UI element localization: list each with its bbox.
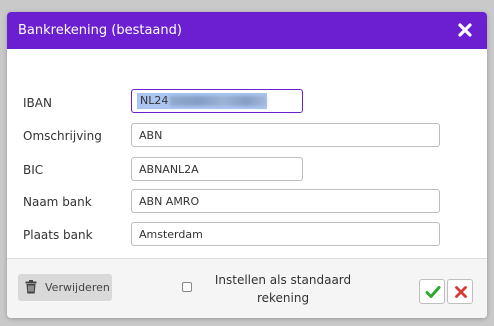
bic-label: BIC [23, 163, 44, 177]
bic-field[interactable] [131, 157, 303, 181]
cancel-button[interactable] [447, 279, 473, 304]
close-icon[interactable] [457, 22, 473, 38]
plaats-bank-field[interactable] [131, 222, 440, 246]
iban-label: IBAN [23, 96, 52, 110]
check-icon [425, 286, 441, 298]
trash-icon [25, 280, 37, 297]
close-icon [455, 286, 467, 298]
naam-bank-label: Naam bank [23, 195, 92, 209]
dialog-titlebar: Bankrekening (bestaand) [7, 12, 487, 49]
dialog-title: Bankrekening (bestaand) [18, 23, 182, 38]
plaats-bank-label: Plaats bank [23, 228, 93, 242]
omschrijving-label: Omschrijving [23, 129, 102, 143]
default-account-label-line1: Instellen als standaard [214, 273, 352, 287]
default-account-checkbox[interactable] [182, 282, 192, 292]
bank-account-dialog: Bankrekening (bestaand) IBAN NL24 Omschr… [7, 12, 487, 318]
iban-value: NL24 [140, 94, 169, 107]
default-account-label-line2: rekening [256, 291, 310, 305]
delete-button[interactable]: Verwijderen [18, 274, 112, 301]
default-account-label: Instellen als standaard rekening [210, 271, 356, 307]
omschrijving-field[interactable] [131, 123, 440, 147]
iban-field[interactable]: NL24 [131, 89, 303, 113]
naam-bank-field[interactable] [131, 189, 440, 213]
delete-button-label: Verwijderen [45, 281, 110, 294]
confirm-button[interactable] [419, 279, 445, 304]
redacted-iban-digits [170, 96, 266, 106]
